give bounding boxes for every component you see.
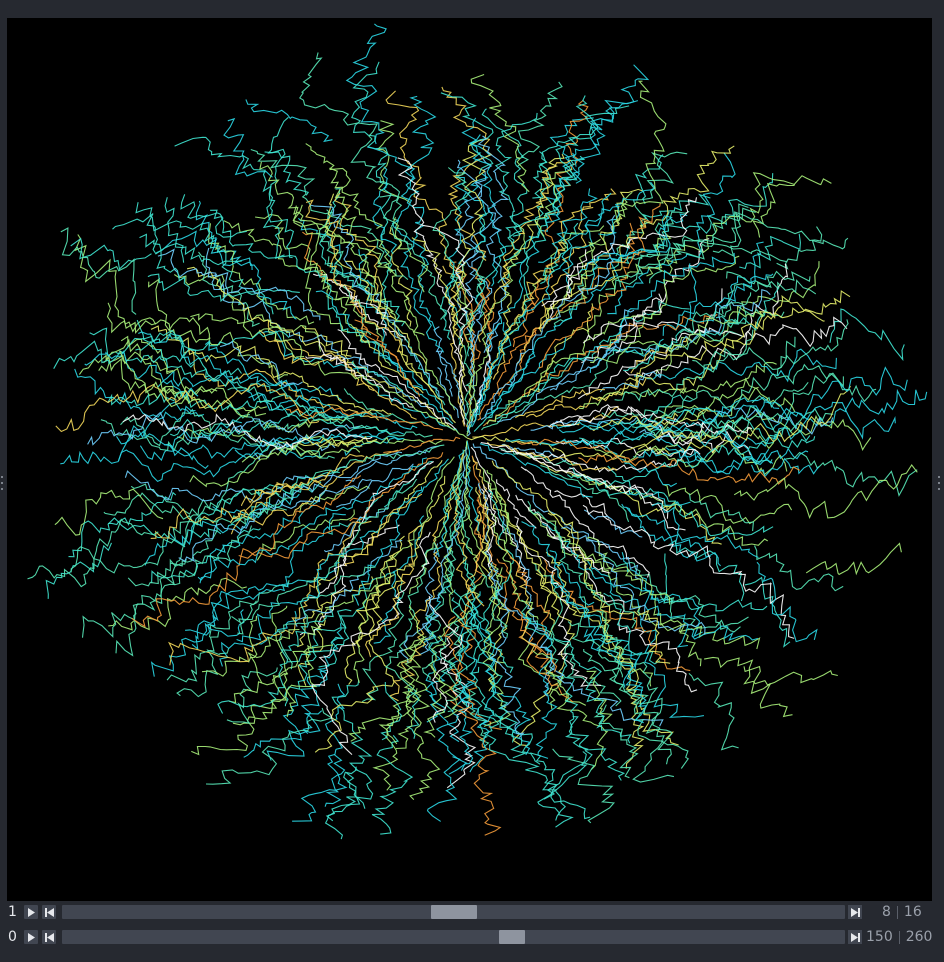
- frame-counter: 150 260: [866, 928, 932, 946]
- track-line: [592, 255, 740, 342]
- dim-slider[interactable]: [62, 930, 845, 944]
- track-line: [607, 465, 774, 537]
- track-line: [651, 502, 759, 559]
- track-line: [497, 309, 635, 423]
- track-line: [785, 451, 918, 497]
- track-line: [53, 340, 195, 369]
- track-line: [115, 558, 187, 657]
- dim-slider-row-0: 0 150 260: [0, 928, 944, 946]
- track-line: [829, 308, 905, 362]
- track-line: [703, 656, 838, 686]
- track-line: [45, 542, 113, 599]
- total-frames: 16: [903, 904, 922, 920]
- track-line: [258, 329, 375, 392]
- track-line: [27, 518, 159, 588]
- track-line: [543, 716, 593, 800]
- track-line: [698, 366, 908, 424]
- play-button[interactable]: [24, 930, 38, 944]
- play-icon: [28, 907, 35, 917]
- track-line: [74, 234, 157, 333]
- track-line: [593, 704, 639, 779]
- track-line: [180, 194, 247, 238]
- left-dock-handle[interactable]: [0, 476, 3, 490]
- step-back-button[interactable]: [42, 905, 56, 919]
- track-line: [267, 116, 310, 196]
- track-line: [107, 390, 343, 419]
- track-line: [634, 154, 664, 205]
- tracks-layer: [27, 23, 928, 840]
- track-line: [162, 385, 267, 418]
- track-line: [371, 735, 414, 835]
- track-line: [324, 772, 357, 840]
- step-forward-icon: [850, 932, 860, 942]
- viewer-canvas[interactable]: [7, 18, 932, 901]
- track-line: [751, 175, 832, 238]
- track-line: [176, 648, 230, 698]
- track-line: [470, 73, 530, 193]
- axis-label: 1: [8, 904, 17, 920]
- track-line: [739, 233, 801, 270]
- track-line: [106, 302, 211, 344]
- track-line: [155, 230, 253, 271]
- track-line: [345, 23, 387, 145]
- track-line: [372, 166, 398, 255]
- track-line: [124, 451, 403, 503]
- track-line: [688, 672, 739, 751]
- track-line: [173, 273, 305, 359]
- track-line: [776, 319, 849, 376]
- track-line: [525, 377, 647, 418]
- track-line: [517, 643, 587, 706]
- step-forward-icon: [850, 907, 860, 917]
- track-line: [223, 117, 273, 178]
- track-line: [572, 64, 650, 184]
- dim-slider[interactable]: [62, 905, 845, 919]
- track-line: [477, 135, 510, 354]
- step-forward-button[interactable]: [848, 930, 862, 944]
- track-line: [744, 576, 791, 648]
- track-line: [490, 513, 539, 620]
- step-forward-button[interactable]: [848, 905, 862, 919]
- track-line: [108, 491, 177, 526]
- track-line: [663, 553, 768, 612]
- track-line: [355, 535, 405, 648]
- track-line: [530, 752, 574, 828]
- axis-label: 0: [8, 929, 17, 945]
- dim-slider-row-1: 1 8 16: [0, 903, 944, 921]
- track-line: [805, 542, 902, 576]
- current-frame[interactable]: 150: [866, 929, 893, 945]
- step-back-icon: [44, 932, 54, 942]
- track-line: [266, 710, 323, 761]
- slider-thumb[interactable]: [431, 905, 477, 919]
- right-dock-handle[interactable]: [937, 476, 940, 490]
- track-line: [426, 756, 462, 822]
- frame-counter: 8 16: [882, 903, 922, 921]
- track-line: [581, 238, 710, 364]
- track-line: [383, 436, 461, 454]
- slider-thumb[interactable]: [499, 930, 525, 944]
- step-back-button[interactable]: [42, 930, 56, 944]
- track-line: [245, 99, 333, 143]
- track-line: [247, 628, 300, 684]
- total-frames: 260: [905, 929, 933, 945]
- track-line: [205, 707, 334, 785]
- track-line: [688, 493, 755, 532]
- current-frame[interactable]: 8: [882, 904, 891, 920]
- track-line: [743, 665, 793, 718]
- step-back-icon: [44, 907, 54, 917]
- play-icon: [28, 932, 35, 942]
- track-line: [776, 237, 849, 270]
- play-button[interactable]: [24, 905, 38, 919]
- track-line: [589, 338, 664, 373]
- track-line: [662, 241, 764, 336]
- track-line: [517, 81, 563, 167]
- track-line: [195, 200, 297, 320]
